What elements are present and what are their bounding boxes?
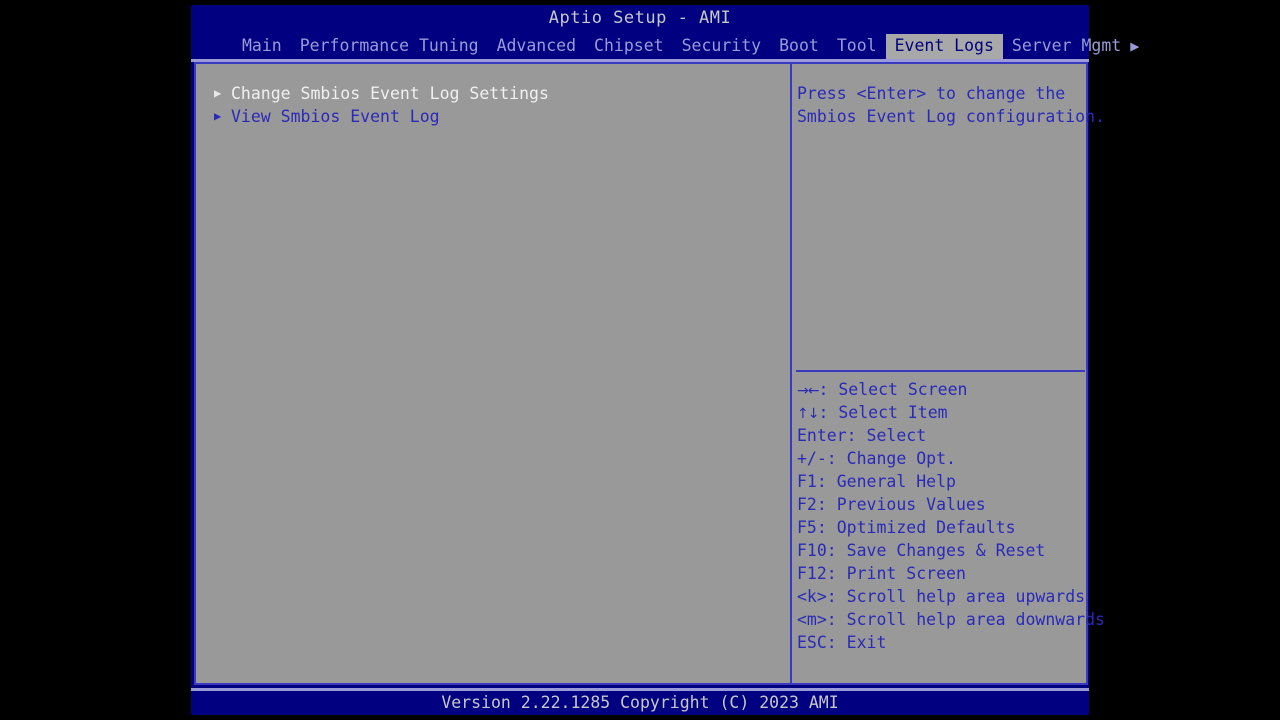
hotkey-label: : Select Item: [818, 403, 948, 422]
menu-tab-advanced[interactable]: Advanced: [488, 34, 585, 59]
help-panel: Press <Enter> to change the Smbios Event…: [792, 64, 1105, 683]
menu-items-host: Main Performance Tuning Advanced Chipset Sec…: [233, 33, 1130, 59]
window-title: Aptio Setup - AMI: [191, 5, 1089, 31]
menu-tab-tool[interactable]: Tool: [828, 34, 886, 59]
hotkey-label: F12: Print Screen: [797, 564, 966, 583]
hotkey-row: F2: Previous Values: [797, 493, 1085, 516]
hotkey-label: F1: General Help: [797, 472, 956, 491]
footer-version: Version 2.22.1285 Copyright (C) 2023 AMI: [191, 691, 1089, 715]
hotkey-row: <m>: Scroll help area downwards: [797, 608, 1105, 631]
hotkey-row: <k>: Scroll help area upwards: [797, 585, 1085, 608]
hotkey-label: <k>: Scroll help area upwards: [797, 587, 1086, 606]
bios-setup-window: Aptio Setup - AMI Main Performance Tuning…: [191, 5, 1139, 715]
hotkey-label: : Select Screen: [818, 380, 968, 399]
hotkey-label: F10: Save Changes & Reset: [797, 541, 1046, 560]
menu-tab-main[interactable]: Main: [233, 34, 291, 59]
list-item[interactable]: ▶ Change Smbios Event Log Settings: [214, 82, 790, 105]
screen-root: Aptio Setup - AMI Main Performance Tuning…: [0, 0, 1280, 720]
help-separator: [796, 370, 1085, 372]
list-item-label: Change Smbios Event Log Settings: [231, 84, 549, 103]
settings-list-panel: ▶ Change Smbios Event Log Settings ▶ View S…: [196, 64, 790, 683]
list-item[interactable]: ▶ View Smbios Event Log: [214, 105, 790, 128]
hotkey-label: F2: Previous Values: [797, 495, 986, 514]
hotkey-legend: →←: Select Screen ↑↓: Select Item Enter: S…: [797, 378, 1105, 654]
hotkey-glyph-icon: →←: [797, 383, 819, 399]
menu-scroll-right-icon[interactable]: ▶: [1130, 36, 1139, 56]
hotkey-row: Enter: Select: [797, 424, 1085, 447]
menu-tab-security[interactable]: Security: [673, 34, 770, 59]
list-item-label: View Smbios Event Log: [231, 107, 440, 126]
hotkey-label: Enter: Select: [797, 426, 927, 445]
content-frame: ▶ Change Smbios Event Log Settings ▶ View S…: [194, 62, 1105, 685]
hotkey-glyph-icon: ↑↓: [797, 406, 819, 422]
submenu-arrow-icon: ▶: [214, 109, 222, 123]
hotkey-row: F10: Save Changes & Reset: [797, 539, 1085, 562]
hotkey-row: F5: Optimized Defaults: [797, 516, 1085, 539]
menu-tab-boot[interactable]: Boot: [770, 34, 828, 59]
menu-tab-server-mgmt[interactable]: Server Mgmt: [1003, 34, 1130, 59]
menu-tab-chipset[interactable]: Chipset: [585, 34, 673, 59]
hotkey-row: ↑↓: Select Item: [797, 401, 1085, 424]
hotkey-label: F5: Optimized Defaults: [797, 518, 1016, 537]
hotkey-label: +/-: Change Opt.: [797, 449, 956, 468]
menu-tab-performance-tuning[interactable]: Performance Tuning: [291, 34, 488, 59]
submenu-arrow-icon: ▶: [214, 86, 222, 100]
hotkey-row: +/-: Change Opt.: [797, 447, 1085, 470]
hotkey-label: <m>: Scroll help area downwards: [797, 610, 1105, 629]
help-description: Press <Enter> to change the Smbios Event…: [797, 84, 1105, 126]
hotkey-label: ESC: Exit: [797, 633, 887, 652]
menu-tab-event-logs[interactable]: Event Logs: [885, 33, 1003, 59]
hotkey-row: F1: General Help: [797, 470, 1085, 493]
hotkey-row: F12: Print Screen: [797, 562, 1085, 585]
hotkey-row: ESC: Exit: [797, 631, 1085, 654]
main-menu-bar: Main Performance Tuning Advanced Chipset Sec…: [191, 33, 1139, 59]
hotkey-row: →←: Select Screen: [797, 378, 1085, 401]
settings-list: ▶ Change Smbios Event Log Settings ▶ View S…: [214, 82, 790, 128]
